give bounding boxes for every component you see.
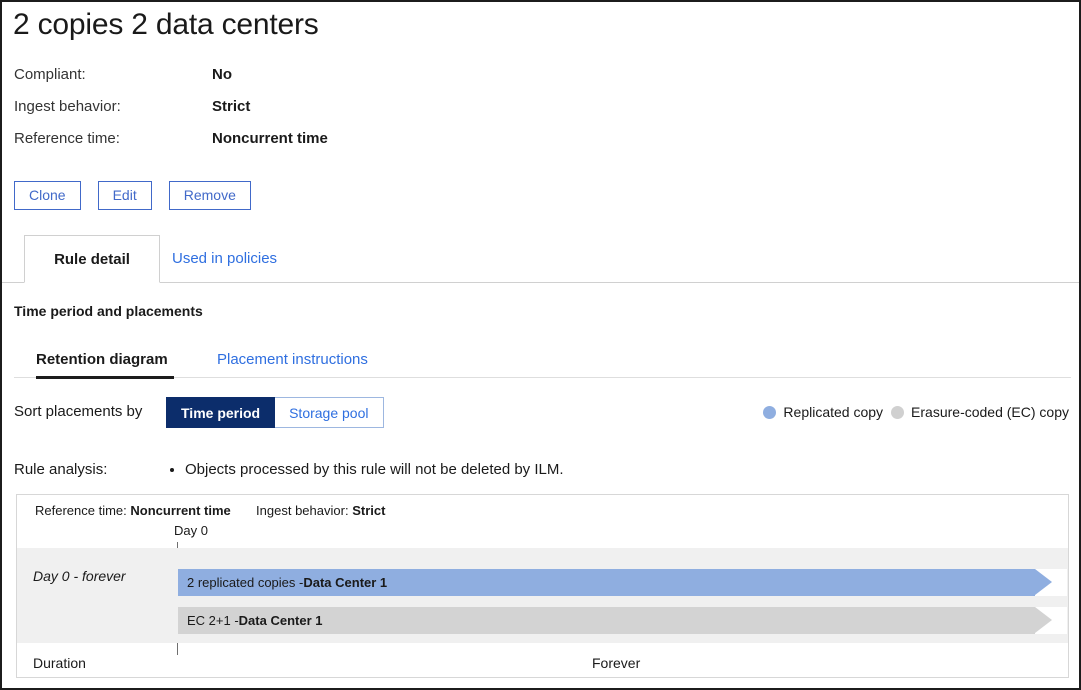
legend-item-erasure-coded: Erasure-coded (EC) copy: [891, 404, 1069, 420]
summary-value-ingest-behavior: Strict: [212, 98, 250, 115]
sort-placements-label: Sort placements by: [14, 403, 142, 420]
edit-button[interactable]: Edit: [98, 181, 152, 210]
diagram-ingest-behavior-value: Strict: [352, 503, 385, 518]
placement-bar-prefix: 2 replicated copies -: [187, 575, 303, 590]
summary-label-reference-time: Reference time:: [14, 130, 212, 147]
sort-option-time-period[interactable]: Time period: [166, 397, 275, 428]
rule-analysis-label: Rule analysis:: [14, 461, 107, 478]
duration-value: Forever: [592, 655, 640, 671]
summary-row-compliant: Compliant: No: [14, 66, 534, 98]
sort-option-storage-pool[interactable]: Storage pool: [275, 397, 383, 428]
placement-bar-replicated[interactable]: 2 replicated copies - Data Center 1: [178, 569, 1035, 596]
retention-diagram-panel: Reference time: Noncurrent time Ingest b…: [16, 494, 1069, 678]
rule-summary-list: Compliant: No Ingest behavior: Strict Re…: [14, 66, 534, 162]
erasure-coded-copy-dot-icon: [891, 406, 904, 419]
axis-start-label: Day 0: [165, 523, 217, 538]
sort-toggle-group: Time period Storage pool: [166, 397, 384, 428]
diagram-ingest-behavior-label: Ingest behavior:: [256, 503, 349, 518]
diagram-header: Reference time: Noncurrent time Ingest b…: [35, 503, 385, 518]
tab-placement-instructions[interactable]: Placement instructions: [217, 342, 368, 377]
page-title: 2 copies 2 data centers: [13, 8, 319, 42]
placement-bar-arrow-icon: [1035, 569, 1052, 595]
tab-rule-detail[interactable]: Rule detail: [24, 235, 160, 283]
tab-used-in-policies[interactable]: Used in policies: [172, 235, 277, 282]
diagram-reference-time-value: Noncurrent time: [130, 503, 230, 518]
diagram-footer: Duration Forever: [17, 655, 1068, 677]
summary-label-compliant: Compliant:: [14, 66, 212, 83]
rule-analysis-item: Objects processed by this rule will not …: [185, 461, 564, 478]
summary-label-ingest-behavior: Ingest behavior:: [14, 98, 212, 115]
duration-label: Duration: [33, 655, 86, 671]
summary-value-reference-time: Noncurrent time: [212, 130, 328, 147]
replicated-copy-dot-icon: [763, 406, 776, 419]
clone-button[interactable]: Clone: [14, 181, 81, 210]
primary-tab-bar: Rule detail Used in policies: [2, 235, 1079, 283]
placement-bar-row: EC 2+1 - Data Center 1: [178, 607, 1067, 634]
ilm-rule-detail-page: 2 copies 2 data centers Compliant: No In…: [0, 0, 1081, 690]
summary-row-ingest-behavior: Ingest behavior: Strict: [14, 98, 534, 130]
diagram-reference-time-label: Reference time:: [35, 503, 127, 518]
time-period-band: Day 0 - forever 2 replicated copies - Da…: [17, 548, 1068, 643]
copy-type-legend: Replicated copy Erasure-coded (EC) copy: [763, 404, 1069, 420]
placement-bar-arrow-icon: [1035, 607, 1052, 633]
legend-label-erasure-coded: Erasure-coded (EC) copy: [911, 404, 1069, 420]
section-heading: Time period and placements: [14, 303, 203, 319]
legend-item-replicated: Replicated copy: [763, 404, 883, 420]
summary-value-compliant: No: [212, 66, 232, 83]
action-button-group: Clone Edit Remove: [14, 181, 251, 210]
remove-button[interactable]: Remove: [169, 181, 251, 210]
placement-bar-pool: Data Center 1: [239, 613, 323, 628]
placement-bar-pool: Data Center 1: [303, 575, 387, 590]
placement-bar-erasure-coded[interactable]: EC 2+1 - Data Center 1: [178, 607, 1035, 634]
legend-label-replicated: Replicated copy: [783, 404, 883, 420]
placement-bar-prefix: EC 2+1 -: [187, 613, 239, 628]
time-period-label: Day 0 - forever: [33, 568, 126, 584]
sub-tab-bar: Retention diagram Placement instructions: [14, 342, 1071, 378]
placement-bar-row: 2 replicated copies - Data Center 1: [178, 569, 1067, 596]
rule-analysis-list: Objects processed by this rule will not …: [167, 461, 564, 478]
summary-row-reference-time: Reference time: Noncurrent time: [14, 130, 534, 162]
tab-retention-diagram[interactable]: Retention diagram: [36, 342, 174, 379]
